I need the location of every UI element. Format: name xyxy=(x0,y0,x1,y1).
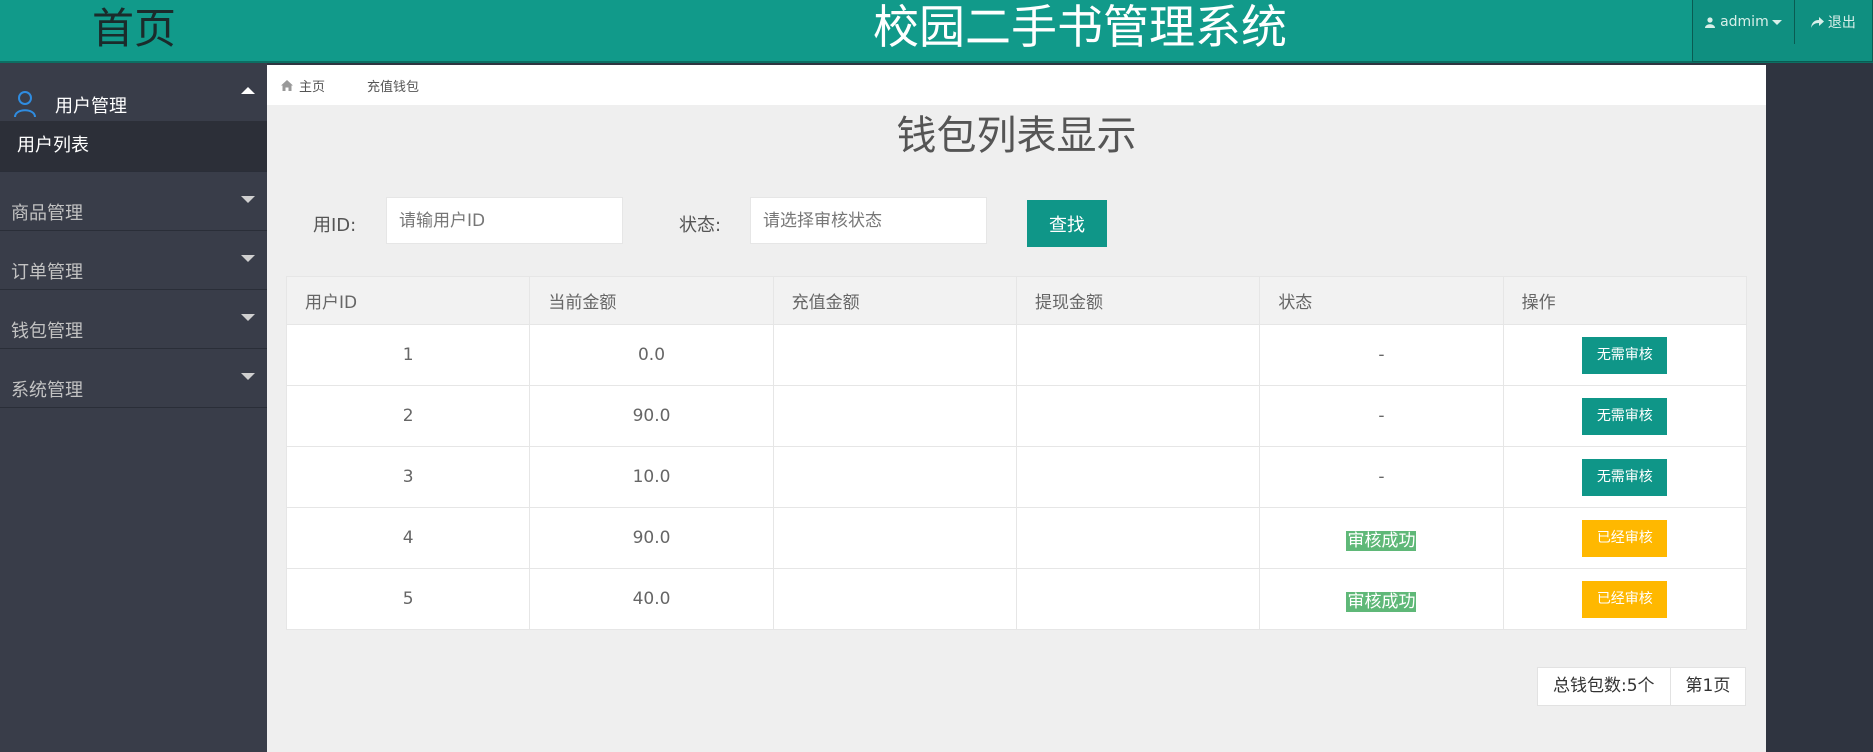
no-review-button[interactable]: 无需审核 xyxy=(1582,397,1668,435)
cell-recharge xyxy=(772,324,1017,386)
table-row: 1 0.0 - 无需审核 xyxy=(285,324,1748,386)
cell-user-id: 5 xyxy=(285,568,531,630)
reviewed-button[interactable]: 已经审核 xyxy=(1582,580,1668,618)
cell-recharge xyxy=(772,507,1017,569)
breadcrumb-current[interactable]: 充值钱包 xyxy=(367,76,419,95)
sidebar-group-label: 钱包管理 xyxy=(11,321,83,342)
main-content: 主页 充值钱包 钱包列表显示 用ID: 状态: 查找 用户ID 当前金额 充值金… xyxy=(267,65,1766,752)
no-review-button[interactable]: 无需审核 xyxy=(1582,336,1668,374)
column-header: 用户ID xyxy=(285,276,531,325)
status-label: 状态: xyxy=(679,215,722,236)
user-id-label: 用ID: xyxy=(313,215,357,236)
cell-action: 无需审核 xyxy=(1502,446,1748,508)
column-header: 充值金额 xyxy=(772,276,1017,325)
cell-balance: 90.0 xyxy=(529,385,774,447)
cell-user-id: 3 xyxy=(285,446,531,508)
cell-action: 无需审核 xyxy=(1502,324,1748,386)
share-icon xyxy=(1810,16,1824,28)
table-header-row: 用户ID 当前金额 充值金额 提现金额 状态 操作 xyxy=(285,276,1748,325)
cell-status: - xyxy=(1259,446,1504,508)
user-icon xyxy=(1705,16,1716,28)
status-badge: 审核成功 xyxy=(1346,530,1417,551)
cell-withdraw xyxy=(1015,568,1261,630)
sidebar-group-system[interactable]: 系统管理 xyxy=(0,349,267,408)
column-header: 状态 xyxy=(1259,276,1504,325)
chevron-down-icon xyxy=(1771,19,1782,25)
cell-user-id: 4 xyxy=(285,507,531,569)
cell-balance: 10.0 xyxy=(529,446,774,508)
search-form: 用ID: 状态: 查找 xyxy=(267,197,1766,247)
sidebar-group-label: 商品管理 xyxy=(11,203,83,224)
cell-balance: 90.0 xyxy=(529,507,774,569)
cell-user-id: 1 xyxy=(285,324,531,386)
sidebar-group-users: 用户管理 用户列表 xyxy=(0,63,267,172)
pagination: 总钱包数:5个 第1页 xyxy=(1537,667,1747,706)
cell-withdraw xyxy=(1015,385,1261,447)
breadcrumb-home[interactable]: 主页 xyxy=(281,76,325,95)
chevron-down-icon xyxy=(241,255,255,262)
table-row: 3 10.0 - 无需审核 xyxy=(285,446,1748,508)
user-menu-button[interactable]: admim xyxy=(1693,0,1795,44)
pagination-page[interactable]: 第1页 xyxy=(1669,668,1746,705)
pagination-total: 总钱包数:5个 xyxy=(1553,676,1655,696)
system-title: 校园二手书管理系统 xyxy=(873,0,1287,54)
breadcrumb: 主页 充值钱包 xyxy=(267,65,1766,105)
find-button[interactable]: 查找 xyxy=(1027,200,1107,247)
chevron-up-icon xyxy=(241,87,255,94)
cell-recharge xyxy=(772,385,1017,447)
sidebar-group-wallet[interactable]: 钱包管理 xyxy=(0,290,267,349)
cell-action: 已经审核 xyxy=(1502,507,1748,569)
person-icon xyxy=(14,91,36,118)
breadcrumb-home-label: 主页 xyxy=(299,79,326,95)
sidebar-group-orders[interactable]: 订单管理 xyxy=(0,231,267,290)
cell-action: 无需审核 xyxy=(1502,385,1748,447)
user-box: admim 退出 xyxy=(1692,0,1873,62)
cell-status: - xyxy=(1259,324,1504,386)
cell-status: 审核成功 xyxy=(1259,568,1504,630)
status-input[interactable] xyxy=(750,197,987,244)
chevron-down-icon xyxy=(241,196,255,203)
sidebar-group-label: 系统管理 xyxy=(11,380,83,401)
logout-button[interactable]: 退出 xyxy=(1795,0,1872,44)
reviewed-button[interactable]: 已经审核 xyxy=(1582,519,1668,557)
user-name: admim xyxy=(1720,14,1769,30)
cell-recharge xyxy=(772,446,1017,508)
cell-status: - xyxy=(1259,385,1504,447)
cell-recharge xyxy=(772,568,1017,630)
cell-balance: 0.0 xyxy=(529,324,774,386)
user-id-input[interactable] xyxy=(386,197,623,244)
cell-withdraw xyxy=(1015,446,1261,508)
cell-action: 已经审核 xyxy=(1502,568,1748,630)
cell-withdraw xyxy=(1015,324,1261,386)
logout-label: 退出 xyxy=(1827,15,1856,31)
sidebar-group-label: 订单管理 xyxy=(11,262,83,283)
chevron-down-icon xyxy=(241,373,255,380)
cell-status: 审核成功 xyxy=(1259,507,1504,569)
page-title: 钱包列表显示 xyxy=(896,113,1137,159)
table-row: 2 90.0 - 无需审核 xyxy=(285,385,1748,447)
sidebar-group-users-toggle[interactable]: 用户管理 xyxy=(0,63,267,121)
table-row: 4 90.0 审核成功 已经审核 xyxy=(285,507,1748,569)
sidebar-item-user-list[interactable]: 用户列表 xyxy=(0,121,267,171)
sidebar-group-goods[interactable]: 商品管理 xyxy=(0,172,267,231)
top-header: 首页 校园二手书管理系统 admim 退出 xyxy=(0,0,1873,63)
wallet-table: 用户ID 当前金额 充值金额 提现金额 状态 操作 1 0.0 - 无需审核 2… xyxy=(285,276,1748,630)
no-review-button[interactable]: 无需审核 xyxy=(1582,458,1668,496)
table-row: 5 40.0 审核成功 已经审核 xyxy=(285,568,1748,630)
status-badge: 审核成功 xyxy=(1346,591,1417,612)
column-header: 提现金额 xyxy=(1015,276,1261,325)
home-icon xyxy=(281,79,293,91)
column-header: 当前金额 xyxy=(529,276,774,325)
cell-balance: 40.0 xyxy=(529,568,774,630)
chevron-down-icon xyxy=(241,314,255,321)
cell-user-id: 2 xyxy=(285,385,531,447)
sidebar: 用户管理 用户列表 商品管理 订单管理 钱包管理 系统管理 xyxy=(0,63,267,752)
sidebar-group-label: 用户管理 xyxy=(55,96,127,117)
cell-withdraw xyxy=(1015,507,1261,569)
column-header: 操作 xyxy=(1502,276,1748,325)
